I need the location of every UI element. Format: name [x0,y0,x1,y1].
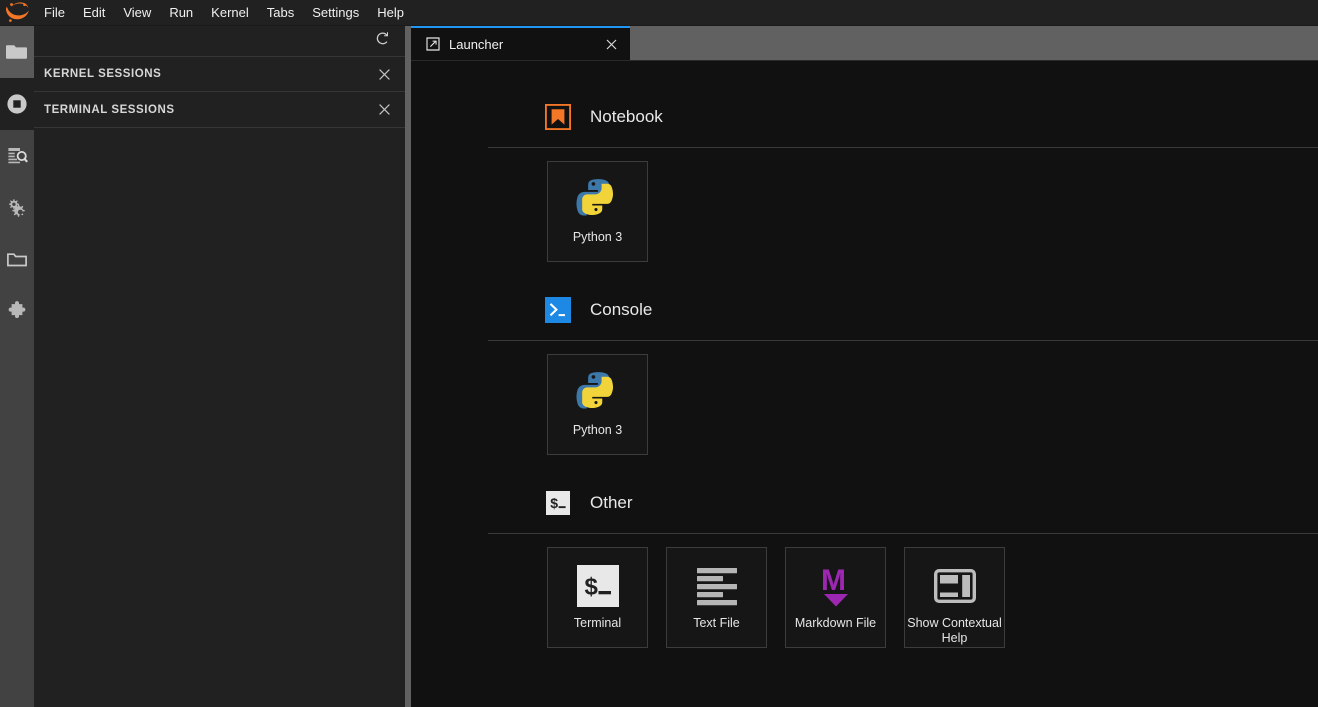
stop-circle-icon [6,93,28,115]
tab-label: Launcher [449,37,580,52]
python-logo-icon [572,176,624,224]
refresh-icon [375,31,390,51]
menu-item-run[interactable]: Run [160,0,202,26]
terminal-dollar-icon: $ [544,489,572,517]
launcher-panel: Notebook Python 3 [411,60,1318,707]
body-row: KERNEL SESSIONS TERMINAL SESSIONS [0,26,1318,707]
section-header: Notebook [411,87,1318,147]
jupyter-logo-icon [3,1,31,25]
section-cards: Python 3 [411,148,1318,262]
section-gap-2 [411,455,1318,473]
section-header: Console [411,280,1318,340]
menu-item-view[interactable]: View [114,0,160,26]
launcher-card-label: Terminal [550,616,646,631]
section-title: Console [590,300,652,320]
menu-item-tabs[interactable]: Tabs [258,0,303,26]
menu-item-kernel[interactable]: Kernel [202,0,258,26]
refresh-button[interactable] [371,30,393,52]
console-prompt-icon [544,296,572,324]
launcher-card-text-file[interactable]: Text File [666,547,767,648]
section-kernel-sessions[interactable]: KERNEL SESSIONS [34,56,405,92]
menu-item-settings[interactable]: Settings [303,0,368,26]
running-panel-toolbar [34,26,405,56]
contextual-help-layout-icon [929,562,981,610]
menu-item-file[interactable]: File [35,0,74,26]
jupyterlab-window: File Edit View Run Kernel Tabs Settings … [0,0,1318,707]
tab-bar-empty-space [630,26,1318,60]
launcher-card-label: Python 3 [550,230,646,245]
close-icon[interactable] [375,65,393,83]
launcher-card-show-contextual-help[interactable]: Show Contextual Help [904,547,1005,648]
sidebar-item-file-browser[interactable] [0,26,34,78]
section-gap-1 [411,262,1318,280]
svg-text:$: $ [550,495,558,511]
launcher-card-markdown-file[interactable]: M Markdown File [785,547,886,648]
svg-text:$: $ [584,574,598,601]
menu-item-help[interactable]: Help [368,0,413,26]
sidebar-item-table-of-contents[interactable] [0,130,34,182]
section-title: KERNEL SESSIONS [44,68,161,80]
menu-item-edit[interactable]: Edit [74,0,114,26]
launcher-card-terminal[interactable]: $ Terminal [547,547,648,648]
launcher-card-label: Markdown File [788,616,884,631]
sidebar-item-property-inspector[interactable] [0,182,34,234]
terminal-dollar-icon: $ [572,562,624,610]
launcher-top-spacer [411,61,1318,87]
section-cards: $ Terminal [411,534,1318,648]
close-icon[interactable] [375,101,393,119]
document-search-icon [6,145,28,167]
sidebar-item-extension-manager[interactable] [0,286,34,338]
gears-icon [6,197,28,219]
launcher-card-console-python3[interactable]: Python 3 [547,354,648,455]
section-terminal-sessions[interactable]: TERMINAL SESSIONS [34,92,405,128]
markdown-m-icon: M [810,562,862,610]
dock-tab-bar: Launcher [411,26,1318,60]
section-title: Notebook [590,107,663,127]
activity-bar [0,26,34,707]
open-folder-icon [6,250,28,270]
close-icon[interactable] [602,35,620,53]
launcher-card-label: Show Contextual Help [907,616,1003,646]
running-sessions-panel: KERNEL SESSIONS TERMINAL SESSIONS [34,26,405,707]
folder-icon [6,42,28,62]
notebook-bookmark-icon [544,103,572,131]
sidebar-item-open-tabs[interactable] [0,234,34,286]
sidebar-item-running-terminals-and-kernels[interactable] [0,78,34,130]
section-header: $ Other [411,473,1318,533]
launcher-card-label: Python 3 [550,423,646,438]
puzzle-piece-icon [6,301,28,323]
section-cards: Python 3 [411,341,1318,455]
launcher-section-other: $ Other $ [411,473,1318,648]
launcher-card-label: Text File [669,616,765,631]
launch-icon [425,36,441,52]
tab-launcher[interactable]: Launcher [411,26,630,60]
launcher-section-notebook: Notebook Python 3 [411,87,1318,262]
text-lines-icon [691,562,743,610]
launcher-section-console: Console Python 3 [411,280,1318,455]
python-logo-icon [572,369,624,417]
main-dock-area: Launcher [411,26,1318,707]
svg-text:M: M [821,564,846,597]
launcher-card-notebook-python3[interactable]: Python 3 [547,161,648,262]
menu-bar: File Edit View Run Kernel Tabs Settings … [0,0,1318,26]
section-title: TERMINAL SESSIONS [44,104,175,116]
section-title: Other [590,493,633,513]
running-panel-empty-area [34,128,405,707]
